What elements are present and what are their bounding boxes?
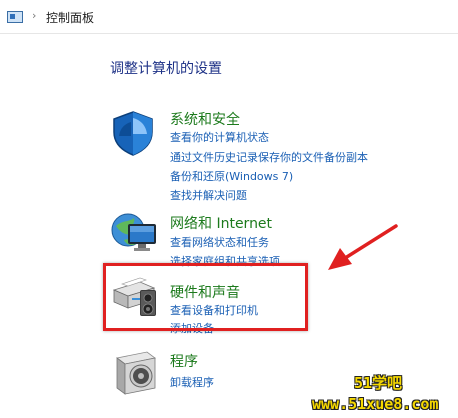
control-panel-window: › 控制面板 调整计算机的设置 系统和安全 查看你的计算机状态 通过文件历史记录…: [0, 0, 458, 418]
address-bar[interactable]: › 控制面板: [0, 0, 458, 34]
link-file-history-backup[interactable]: 通过文件历史记录保存你的文件备份副本: [170, 149, 368, 165]
category-title-programs[interactable]: 程序: [170, 351, 198, 371]
watermark-url: www.51xue8.com: [312, 395, 439, 413]
system-security-shield-icon[interactable]: [110, 110, 156, 156]
highlight-box: [103, 263, 308, 331]
category-title-system-security[interactable]: 系统和安全: [170, 109, 240, 129]
link-backup-restore[interactable]: 备份和还原(Windows 7): [170, 168, 293, 184]
category-title-network-internet[interactable]: 网络和 Internet: [170, 213, 272, 233]
link-troubleshoot[interactable]: 查找并解决问题: [170, 187, 247, 203]
page-title: 调整计算机的设置: [110, 61, 222, 77]
control-panel-icon: [7, 11, 23, 23]
network-globe-icon[interactable]: [110, 210, 158, 254]
link-view-computer-status[interactable]: 查看你的计算机状态: [170, 129, 269, 145]
link-uninstall-program[interactable]: 卸载程序: [170, 374, 214, 390]
programs-disk-icon[interactable]: [113, 350, 159, 396]
link-view-network-status[interactable]: 查看网络状态和任务: [170, 234, 269, 250]
chevron-right-icon[interactable]: ›: [32, 9, 36, 22]
red-arrow-icon: [328, 224, 398, 270]
breadcrumb-control-panel[interactable]: 控制面板: [46, 9, 94, 26]
watermark-site-name: 51学吧: [354, 374, 403, 392]
